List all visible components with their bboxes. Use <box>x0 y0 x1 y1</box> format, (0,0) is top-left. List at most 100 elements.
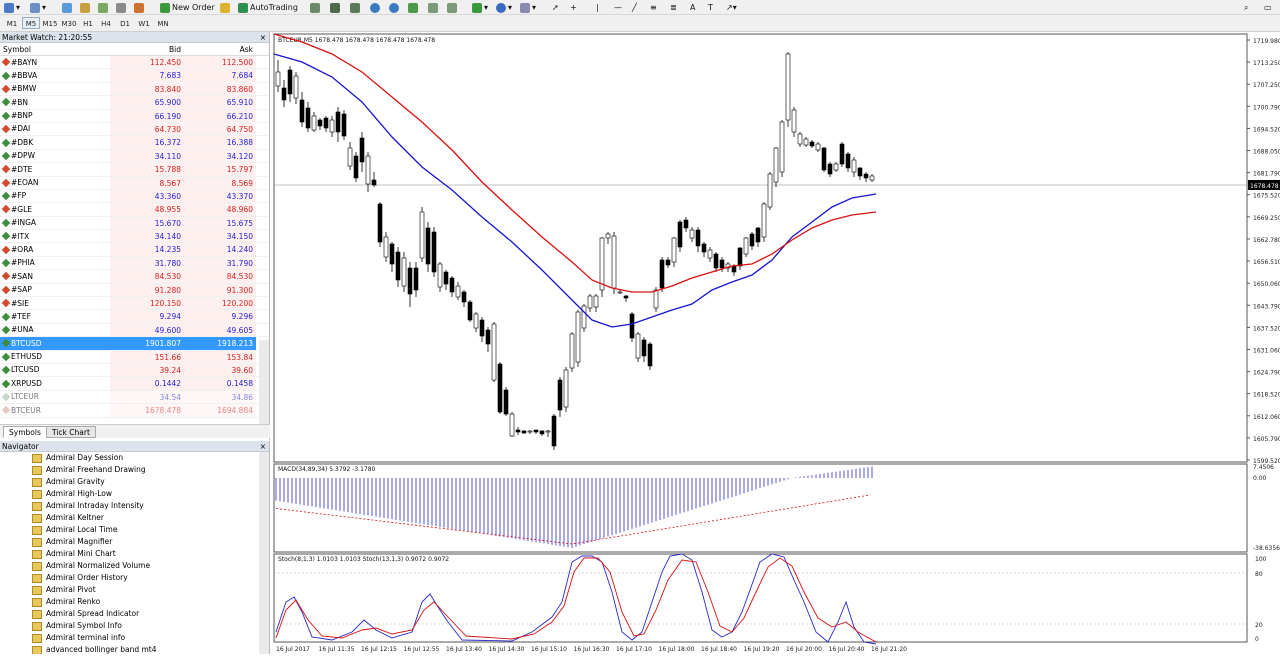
market-watch-row[interactable]: BTCEUR 1678.478 1694.884 <box>0 404 269 418</box>
tester-icon[interactable] <box>134 1 144 14</box>
new-chart-icon[interactable]: ▾ <box>4 1 20 14</box>
trendline-icon[interactable]: ╱ <box>632 1 637 14</box>
zoom-in-icon[interactable] <box>370 1 380 14</box>
navigator-item[interactable]: Admiral Freehand Drawing <box>0 464 269 476</box>
navigator-item[interactable]: Admiral Pivot <box>0 584 269 596</box>
periods-icon[interactable]: ▾ <box>496 1 512 14</box>
navigator-item[interactable]: Admiral Local Time <box>0 524 269 536</box>
crosshair-icon[interactable]: + <box>570 1 577 14</box>
market-watch-row[interactable]: #FP 43.360 43.370 <box>0 189 269 204</box>
auto-trading-label: AutoTrading <box>250 3 298 12</box>
timeframe-m5[interactable]: M5 <box>22 17 40 29</box>
chart-shift-icon[interactable] <box>447 1 457 14</box>
tab-symbols[interactable]: Symbols <box>3 426 47 438</box>
chat-icon[interactable]: ▭ <box>1264 1 1272 14</box>
templates-icon[interactable]: ▾ <box>520 1 536 14</box>
chart-window[interactable]: 1719.980 1713.250 1707.250 1700.790 1694.520… <box>272 32 1280 654</box>
navigator-item[interactable]: Admiral Mini Chart <box>0 548 269 560</box>
new-order-button[interactable]: New Order <box>160 1 215 14</box>
market-watch-row[interactable]: ETHUSD 151.66 153.84 <box>0 350 269 364</box>
timeframe-mn[interactable]: MN <box>154 17 172 29</box>
candlestick-icon[interactable] <box>330 1 340 14</box>
close-icon[interactable]: × <box>260 441 266 452</box>
navigator-item[interactable]: Admiral Renko <box>0 596 269 608</box>
zoom-out-icon[interactable] <box>389 1 399 14</box>
market-watch-row[interactable]: #INGA 15.670 15.675 <box>0 216 269 231</box>
market-watch-row[interactable]: LTCUSD 39.24 39.60 <box>0 363 269 378</box>
label-tool-icon[interactable]: T <box>708 1 713 14</box>
market-watch-row[interactable]: #UNA 49.600 49.605 <box>0 323 269 338</box>
market-watch-row[interactable]: #BN 65.900 65.910 <box>0 96 269 110</box>
navigator-item[interactable]: Admiral Intraday Intensity <box>0 500 269 512</box>
auto-trading-button[interactable]: AutoTrading <box>238 1 298 14</box>
navigator-item[interactable]: Admiral High-Low <box>0 488 269 500</box>
market-watch-row[interactable]: #SAN 84.530 84.530 <box>0 270 269 284</box>
market-watch-row[interactable]: #SIE 120.150 120.200 <box>0 297 269 311</box>
navigator-item[interactable]: Admiral terminal info <box>0 632 269 644</box>
indicators-icon[interactable]: ▾ <box>472 1 488 14</box>
market-watch-row[interactable]: #ITX 34.140 34.150 <box>0 230 269 244</box>
market-watch-row[interactable]: #BAYN 112.450 112.500 <box>0 56 269 70</box>
horizontal-line-icon[interactable]: — <box>614 1 622 14</box>
market-watch-row[interactable]: #ORA 14.235 14.240 <box>0 243 269 257</box>
market-watch-row[interactable]: #DBK 16.372 16.388 <box>0 136 269 150</box>
timeframe-m30[interactable]: M30 <box>60 17 78 29</box>
market-watch-row[interactable]: #GLE 48.955 48.960 <box>0 203 269 217</box>
navigator-item[interactable]: Admiral Magnifier <box>0 536 269 548</box>
market-watch-scrollbar[interactable] <box>259 340 269 424</box>
line-chart-icon[interactable] <box>350 1 360 14</box>
channel-icon[interactable]: ≡ <box>650 1 657 14</box>
navigator-item[interactable]: Admiral Normalized Volume <box>0 560 269 572</box>
navigator-item[interactable]: advanced bollinger band mt4 <box>0 644 269 654</box>
timeframe-h1[interactable]: H1 <box>79 17 97 29</box>
navigator-item[interactable]: Admiral Gravity <box>0 476 269 488</box>
column-header-bid[interactable]: Bid <box>110 43 184 55</box>
market-watch-row[interactable]: #EOAN 8.567 8.569 <box>0 176 269 190</box>
market-watch-icon[interactable] <box>62 1 72 14</box>
close-icon[interactable]: × <box>260 32 266 43</box>
timeframe-h4[interactable]: H4 <box>97 17 115 29</box>
tab-tick-chart[interactable]: Tick Chart <box>46 426 96 438</box>
cursor-icon[interactable]: ➚ <box>552 1 559 14</box>
timeframe-d1[interactable]: D1 <box>116 17 134 29</box>
price-chart[interactable]: 1719.980 1713.250 1707.250 1700.790 1694.520… <box>272 32 1280 654</box>
bar-chart-icon[interactable] <box>310 1 320 14</box>
timeframe-w1[interactable]: W1 <box>135 17 153 29</box>
market-watch-row[interactable]: #DAI 64.730 64.750 <box>0 122 269 137</box>
vertical-line-icon[interactable]: | <box>596 1 599 14</box>
profiles-icon[interactable]: ▾ <box>30 1 46 14</box>
market-watch-row[interactable]: #DTE 15.788 15.797 <box>0 163 269 177</box>
fibonacci-icon[interactable]: ≣ <box>670 1 677 14</box>
navigator-item[interactable]: Admiral Spread Indicator <box>0 608 269 620</box>
navigator-item[interactable]: Admiral Order History <box>0 572 269 584</box>
navigator-item[interactable]: Admiral Keltner <box>0 512 269 524</box>
terminal-icon[interactable] <box>116 1 126 14</box>
column-header-symbol[interactable]: Symbol <box>0 43 110 55</box>
navigator-item[interactable]: Admiral Day Session <box>0 452 269 464</box>
data-window-icon[interactable] <box>98 1 108 14</box>
navigator-item[interactable]: Admiral Symbol Info <box>0 620 269 632</box>
market-watch-row[interactable]: #PHIA 31.780 31.790 <box>0 256 269 271</box>
market-watch-row[interactable]: LTCEUR 34.54 34.86 <box>0 390 269 405</box>
market-watch-row[interactable]: XRPUSD 0.1442 0.1458 <box>0 377 269 391</box>
market-watch-row[interactable]: BTCUSD 1901.807 1918.213 <box>0 337 269 351</box>
market-watch-row[interactable]: #BMW 83.840 83.860 <box>0 82 269 97</box>
arrows-icon[interactable]: ↗▾ <box>726 1 737 14</box>
timeframe-m1[interactable]: M1 <box>3 17 21 29</box>
timeframe-m15[interactable]: M15 <box>41 17 59 29</box>
candle-body <box>311 115 317 131</box>
market-watch-row[interactable]: #DPW 34.110 34.120 <box>0 149 269 164</box>
market-watch-row[interactable]: #BNP 66.190 66.210 <box>0 109 269 123</box>
scroll-end-icon[interactable] <box>428 1 438 14</box>
navigator-icon[interactable] <box>80 1 90 14</box>
meta-editor-icon[interactable] <box>220 1 230 14</box>
chart-header: BTCEUR,M5 1678.478 1678.478 1678.478 167… <box>278 37 435 44</box>
column-header-ask[interactable]: Ask <box>184 43 256 55</box>
market-watch-row[interactable]: #SAP 91.280 91.300 <box>0 283 269 298</box>
search-icon[interactable]: ⌕ <box>1244 1 1248 14</box>
market-watch-row[interactable]: #BBVA 7.683 7.684 <box>0 69 269 83</box>
tile-windows-icon[interactable] <box>408 1 418 14</box>
navigator-scrollbar[interactable] <box>259 452 269 654</box>
text-tool-icon[interactable]: A <box>690 1 695 14</box>
market-watch-row[interactable]: #TEF 9.294 9.296 <box>0 310 269 324</box>
